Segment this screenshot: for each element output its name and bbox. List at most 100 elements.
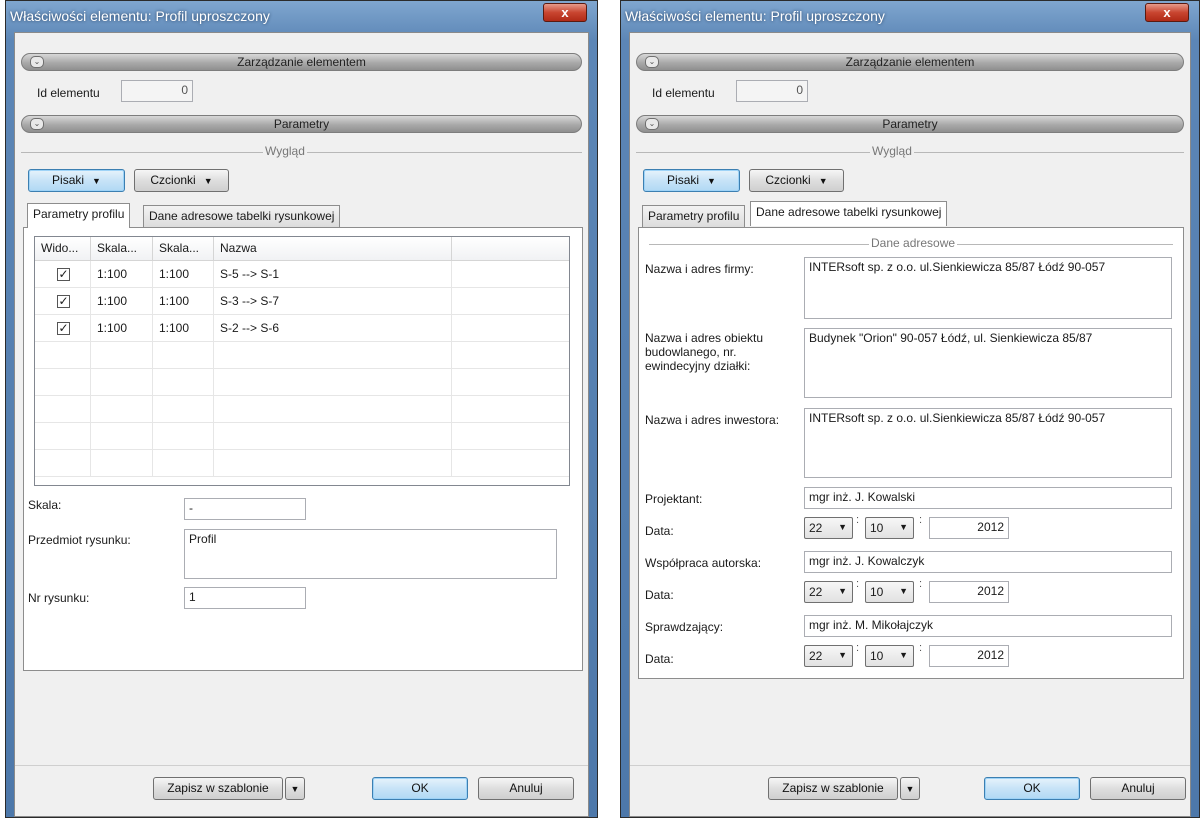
fonts-dropdown-button[interactable]: Czcionki ▼ <box>134 169 229 192</box>
id-label: Id elementu <box>652 86 715 100</box>
designer-field[interactable]: mgr inż. J. Kowalski <box>804 487 1172 509</box>
ok-button[interactable]: OK <box>372 777 468 800</box>
empty-cell <box>153 342 214 369</box>
name-cell: S-5 --> S-1 <box>214 261 452 288</box>
section-manage-header[interactable]: ⌄ Zarządzanie elementem <box>636 53 1184 71</box>
year-field[interactable]: 2012 <box>929 645 1009 667</box>
month-value: 10 <box>870 585 884 599</box>
year-field[interactable]: 2012 <box>929 581 1009 603</box>
company-label: Nazwa i adres firmy: <box>645 262 754 276</box>
empty-cell <box>91 450 153 477</box>
month-value: 10 <box>870 649 884 663</box>
column-header[interactable]: Skala... <box>91 237 153 261</box>
id-field: 0 <box>121 80 193 102</box>
tab-address-data[interactable]: Dane adresowe tabelki rysunkowej <box>143 205 341 227</box>
save-template-dropdown[interactable]: ▼ <box>285 777 305 800</box>
group-look-title: Wygląd <box>870 144 914 158</box>
group-look-title: Wygląd <box>263 144 307 158</box>
investor-field[interactable]: INTERsoft sp. z o.o. ul.Sienkiewicza 85/… <box>804 408 1172 478</box>
column-header[interactable]: Wido... <box>35 237 91 261</box>
company-field[interactable]: INTERsoft sp. z o.o. ul.Sienkiewicza 85/… <box>804 257 1172 319</box>
scale-cell: 1:100 <box>91 315 153 342</box>
fonts-dropdown-button[interactable]: Czcionki ▼ <box>749 169 844 192</box>
name-cell: S-2 --> S-6 <box>214 315 452 342</box>
section-params-header[interactable]: ⌄ Parametry <box>21 115 582 133</box>
day-select[interactable]: 22 ▼ <box>804 645 853 667</box>
divider <box>15 765 588 766</box>
empty-cell <box>91 396 153 423</box>
empty-cell <box>35 342 91 369</box>
pens-label: Pisaki <box>667 173 700 187</box>
table-row[interactable]: ✓ 1:100 1:100 S-3 --> S-7 <box>35 288 569 315</box>
chevron-down-icon: ▼ <box>899 586 908 596</box>
column-header[interactable]: Skala... <box>153 237 214 261</box>
empty-cell <box>153 396 214 423</box>
year-field[interactable]: 2012 <box>929 517 1009 539</box>
date-separator: : <box>919 578 923 590</box>
name-cell: S-3 --> S-7 <box>214 288 452 315</box>
table-row-empty <box>35 396 569 423</box>
save-template-button[interactable]: Zapisz w szablonie <box>153 777 283 800</box>
checkbox-checked-icon[interactable]: ✓ <box>57 295 70 308</box>
scale-label: Skala: <box>28 498 62 512</box>
checker-field[interactable]: mgr inż. M. Mikołajczyk <box>804 615 1172 637</box>
date-separator: : <box>856 514 860 526</box>
chevron-down-icon: ▼ <box>899 522 908 532</box>
visible-cell[interactable]: ✓ <box>35 288 91 315</box>
collapse-icon[interactable]: ⌄ <box>645 118 659 130</box>
day-value: 22 <box>809 649 823 663</box>
empty-cell <box>35 450 91 477</box>
scale-field[interactable]: - <box>184 498 306 520</box>
collapse-icon[interactable]: ⌄ <box>645 56 659 68</box>
month-select[interactable]: 10 ▼ <box>865 645 914 667</box>
drawing-number-field[interactable]: 1 <box>184 587 306 609</box>
table-row-empty <box>35 423 569 450</box>
save-template-dropdown[interactable]: ▼ <box>900 777 920 800</box>
cancel-button[interactable]: Anuluj <box>1090 777 1186 800</box>
column-header[interactable]: Nazwa <box>214 237 452 261</box>
section-manage-label: Zarządzanie elementem <box>845 55 975 69</box>
object-field[interactable]: Budynek "Orion" 90-057 Łódź, ul. Sienkie… <box>804 328 1172 398</box>
collapse-icon[interactable]: ⌄ <box>30 118 44 130</box>
table-row[interactable]: ✓ 1:100 1:100 S-5 --> S-1 <box>35 261 569 288</box>
tab-profile-params[interactable]: Parametry profilu <box>642 205 746 227</box>
day-select[interactable]: 22 ▼ <box>804 581 853 603</box>
subject-field[interactable]: Profil <box>184 529 557 579</box>
empty-cell <box>35 369 91 396</box>
tab-address-data[interactable]: Dane adresowe tabelki rysunkowej <box>750 201 948 226</box>
checker-label: Sprawdzający: <box>645 620 724 634</box>
close-button[interactable]: x <box>1145 3 1189 22</box>
save-template-button[interactable]: Zapisz w szablonie <box>768 777 898 800</box>
visible-cell[interactable]: ✓ <box>35 315 91 342</box>
checkbox-checked-icon[interactable]: ✓ <box>57 268 70 281</box>
date-separator: : <box>856 642 860 654</box>
fonts-label: Czcionki <box>150 173 196 187</box>
table-row[interactable]: ✓ 1:100 1:100 S-2 --> S-6 <box>35 315 569 342</box>
cancel-button[interactable]: Anuluj <box>478 777 574 800</box>
close-button[interactable]: x <box>543 3 587 22</box>
designer-label: Projektant: <box>645 492 703 506</box>
pens-label: Pisaki <box>52 173 85 187</box>
scale-cell: 1:100 <box>91 261 153 288</box>
checkbox-checked-icon[interactable]: ✓ <box>57 322 70 335</box>
pens-dropdown-button[interactable]: Pisaki ▼ <box>28 169 125 192</box>
coauthor-field[interactable]: mgr inż. J. Kowalczyk <box>804 551 1172 573</box>
grid-header: Wido... Skala... Skala... Nazwa <box>35 237 569 261</box>
drawing-number-label: Nr rysunku: <box>28 591 90 605</box>
day-select[interactable]: 22 ▼ <box>804 517 853 539</box>
pens-dropdown-button[interactable]: Pisaki ▼ <box>643 169 740 192</box>
chevron-down-icon: ▼ <box>838 650 847 660</box>
month-select[interactable]: 10 ▼ <box>865 581 914 603</box>
chevron-down-icon: ▼ <box>838 522 847 532</box>
chevron-down-icon: ▼ <box>818 176 828 186</box>
collapse-icon[interactable]: ⌄ <box>30 56 44 68</box>
chevron-down-icon: ▼ <box>92 176 101 186</box>
section-params-label: Parametry <box>882 117 938 131</box>
visible-cell[interactable]: ✓ <box>35 261 91 288</box>
section-params-header[interactable]: ⌄ Parametry <box>636 115 1184 133</box>
section-manage-header[interactable]: ⌄ Zarządzanie elementem <box>21 53 582 71</box>
tab-profile-params[interactable]: Parametry profilu <box>27 203 131 228</box>
day-value: 22 <box>809 521 823 535</box>
ok-button[interactable]: OK <box>984 777 1080 800</box>
month-select[interactable]: 10 ▼ <box>865 517 914 539</box>
